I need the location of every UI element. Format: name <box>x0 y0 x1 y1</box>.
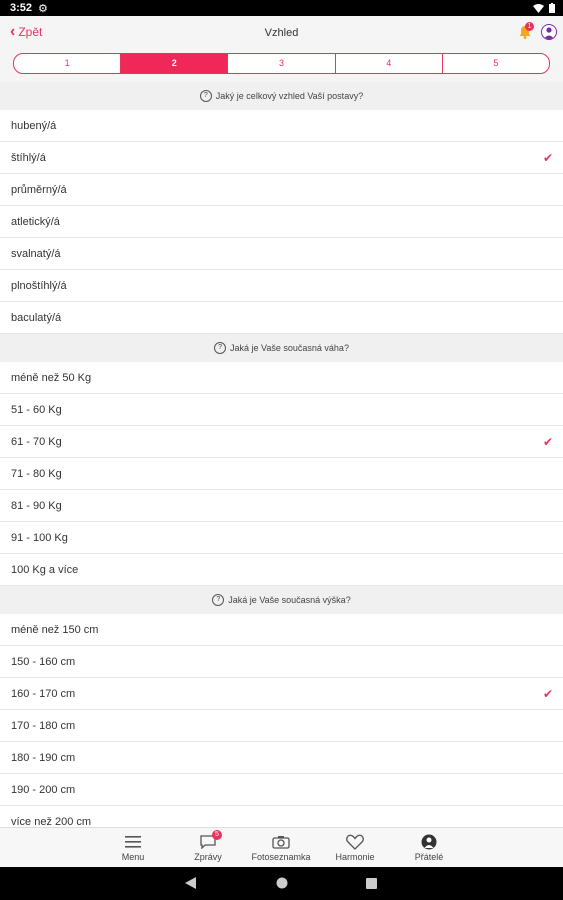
messages-badge: 5 <box>212 830 222 840</box>
option-row[interactable]: 51 - 60 Kg <box>0 394 563 426</box>
tab-messages-label: Zprávy <box>194 852 222 862</box>
checkmark-icon: ✔ <box>542 434 553 449</box>
option-label: 190 - 200 cm <box>11 783 76 796</box>
status-bar: 3:52 ⚙ <box>0 0 563 16</box>
question-header: ? Jaká je Vaše současná váha? <box>0 334 563 362</box>
page-title: Vzhled <box>264 27 299 39</box>
option-row[interactable]: méně než 150 cm <box>0 614 563 646</box>
notification-badge: 1 <box>525 22 534 31</box>
question-text: Jaký je celkový vzhled Vaší postavy? <box>215 91 364 101</box>
tab-friends[interactable]: Přátelé <box>399 832 459 862</box>
option-label: 91 - 100 Kg <box>11 531 68 544</box>
battery-icon <box>549 3 555 13</box>
option-row[interactable]: 160 - 170 cm ✔ <box>0 678 563 710</box>
option-row[interactable]: 81 - 90 Kg <box>0 490 563 522</box>
question-text: Jaká je Vaše současná výška? <box>228 595 351 605</box>
option-label: méně než 50 Kg <box>11 371 92 384</box>
heart-icon <box>346 834 364 850</box>
option-label: průměrný/á <box>11 183 67 196</box>
option-row[interactable]: 180 - 190 cm <box>0 742 563 774</box>
option-label: 160 - 170 cm <box>11 687 76 700</box>
option-label: 81 - 90 Kg <box>11 499 62 512</box>
option-row[interactable]: 150 - 160 cm <box>0 646 563 678</box>
question-header: ? Jaká je Vaše současná výška? <box>0 586 563 614</box>
step-indicator: 12345 <box>13 53 550 74</box>
option-label: hubený/á <box>11 119 57 132</box>
checkmark-icon: ✔ <box>542 150 553 165</box>
question-text: Jaká je Vaše současná váha? <box>230 343 349 353</box>
friends-icon <box>421 834 437 850</box>
option-label: méně než 150 cm <box>11 623 99 636</box>
option-row[interactable]: 170 - 180 cm <box>0 710 563 742</box>
option-row[interactable]: 190 - 200 cm <box>0 774 563 806</box>
tab-harmony-label: Harmonie <box>335 852 375 862</box>
wifi-icon <box>533 3 544 13</box>
bottom-tab-bar: Menu 5 Zprávy Fotoseznamka Harmonie Přát… <box>0 827 563 868</box>
option-row[interactable]: méně než 50 Kg <box>0 362 563 394</box>
camera-icon <box>272 836 290 849</box>
tab-menu[interactable]: Menu <box>103 832 163 862</box>
option-label: 71 - 80 Kg <box>11 467 62 480</box>
system-nav-bar <box>0 867 563 900</box>
option-label: 170 - 180 cm <box>11 719 76 732</box>
option-row[interactable]: 71 - 80 Kg <box>0 458 563 490</box>
app-header: ‹ Zpět Vzhled 1 12345 <box>0 16 563 83</box>
status-time: 3:52 <box>10 2 33 14</box>
option-row[interactable]: 100 Kg a více <box>0 554 563 586</box>
option-row[interactable]: štíhlý/á ✔ <box>0 142 563 174</box>
tab-photodating[interactable]: Fotoseznamka <box>251 832 311 862</box>
step-1[interactable]: 1 <box>14 54 120 73</box>
option-row[interactable]: 91 - 100 Kg <box>0 522 563 554</box>
help-icon: ? <box>214 342 227 354</box>
tab-harmony[interactable]: Harmonie <box>325 832 385 862</box>
option-row[interactable]: více než 200 cm <box>0 806 563 827</box>
settings-gear-icon: ⚙ <box>38 2 48 15</box>
question-header: ? Jaký je celkový vzhled Vaší postavy? <box>0 82 563 110</box>
help-icon: ? <box>199 90 212 102</box>
nav-back-icon[interactable] <box>185 877 197 889</box>
nav-recents-icon[interactable] <box>366 878 377 889</box>
option-label: svalnatý/á <box>11 247 61 260</box>
option-row[interactable]: hubený/á <box>0 110 563 142</box>
tab-friends-label: Přátelé <box>414 852 444 862</box>
option-label: více než 200 cm <box>11 815 92 828</box>
option-label: 61 - 70 Kg <box>11 435 62 448</box>
option-row[interactable]: baculatý/á <box>0 302 563 334</box>
step-5[interactable]: 5 <box>441 54 549 73</box>
step-4[interactable]: 4 <box>334 54 442 73</box>
menu-icon <box>125 836 141 848</box>
checkmark-icon: ✔ <box>542 686 553 701</box>
tab-photodating-label: Fotoseznamka <box>251 852 311 862</box>
option-label: 100 Kg a více <box>11 563 79 576</box>
option-label: 180 - 190 cm <box>11 751 76 764</box>
option-label: atletický/á <box>11 215 60 228</box>
help-icon: ? <box>212 594 225 606</box>
tab-menu-label: Menu <box>121 852 145 862</box>
option-label: plnoštíhlý/á <box>11 279 67 292</box>
nav-home-icon[interactable] <box>276 877 288 889</box>
option-label: 51 - 60 Kg <box>11 403 62 416</box>
profile-avatar-icon[interactable] <box>541 24 557 40</box>
tab-messages[interactable]: 5 Zprávy <box>178 830 238 862</box>
option-label: baculatý/á <box>11 311 62 324</box>
option-label: štíhlý/á <box>11 151 46 164</box>
option-row[interactable]: atletický/á <box>0 206 563 238</box>
option-row[interactable]: svalnatý/á <box>0 238 563 270</box>
step-2[interactable]: 2 <box>120 54 228 73</box>
option-row[interactable]: 61 - 70 Kg ✔ <box>0 426 563 458</box>
questionnaire-content: ? Jaký je celkový vzhled Vaší postavy? hub… <box>0 82 563 827</box>
step-3[interactable]: 3 <box>227 54 334 73</box>
option-label: 150 - 160 cm <box>11 655 76 668</box>
option-row[interactable]: plnoštíhlý/á <box>0 270 563 302</box>
option-row[interactable]: průměrný/á <box>0 174 563 206</box>
